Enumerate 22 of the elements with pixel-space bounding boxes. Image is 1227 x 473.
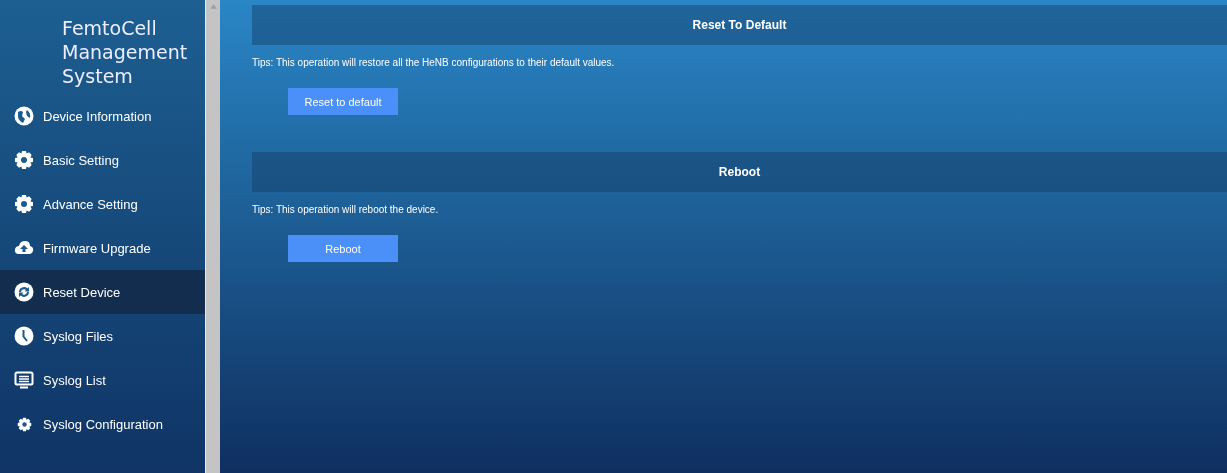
sidebar-item[interactable]: Syslog Configuration [0, 402, 205, 446]
scrollbar[interactable] [205, 0, 220, 473]
section-header: Reset To Default [252, 5, 1227, 45]
sidebar-item[interactable]: Reset Device [0, 270, 205, 314]
scroll-up-icon[interactable] [209, 4, 217, 9]
tips-text: Tips: This operation will restore all the HeNB configurations to their default values. [252, 56, 616, 70]
sidebar-item[interactable]: Basic Setting [0, 138, 205, 182]
monitor-icon [14, 370, 34, 390]
gear-icon [14, 150, 34, 170]
gear-icon [14, 194, 34, 214]
refresh-icon [14, 282, 34, 302]
sidebar-item[interactable]: Advance Setting [0, 182, 205, 226]
app-title: FemtoCell Management System [61, 16, 189, 89]
sidebar-item[interactable]: Device Information [0, 94, 205, 138]
clock-icon [14, 326, 34, 346]
tips-text: Tips: This operation will reboot the device. [252, 203, 440, 217]
sidebar-item[interactable]: Firmware Upgrade [0, 226, 205, 270]
sidebar-item[interactable]: Syslog Files [0, 314, 205, 358]
sidebar-item[interactable]: Syslog List [0, 358, 205, 402]
gear-icon [17, 416, 32, 432]
globe-icon [14, 106, 34, 126]
section-header: Reboot [252, 152, 1227, 192]
